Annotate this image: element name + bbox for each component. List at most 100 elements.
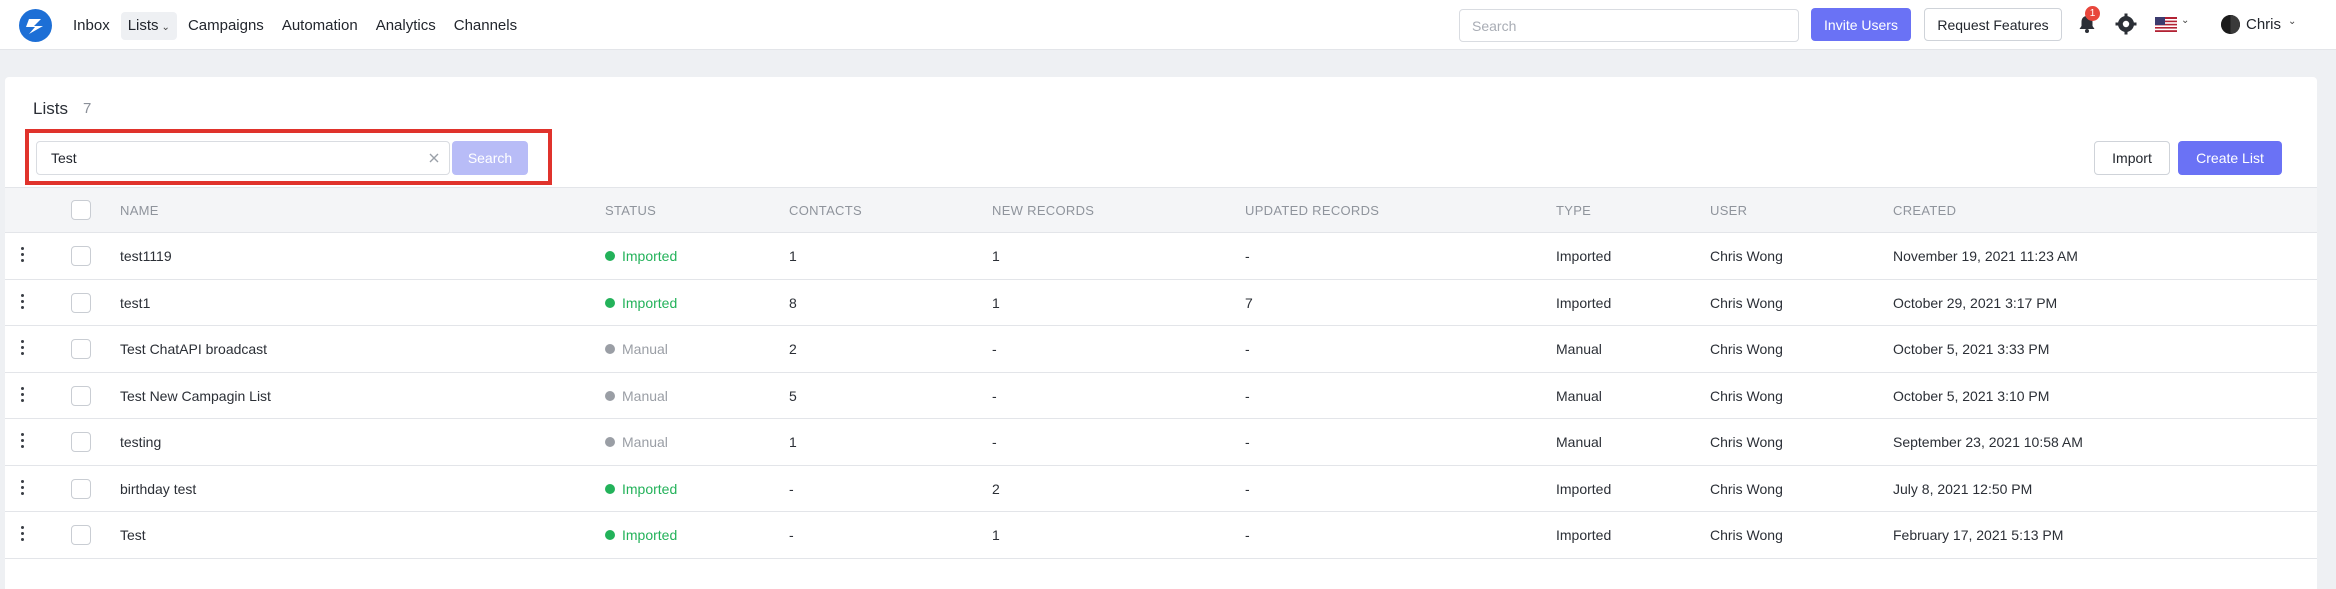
list-user: Chris Wong xyxy=(1710,248,1783,264)
table-row[interactable]: Test Imported - 1 - Imported Chris Wong Februar… xyxy=(5,512,2317,559)
nav-automation-label: Automation xyxy=(281,17,358,34)
more-options-icon[interactable] xyxy=(19,247,25,265)
new-records-count: 1 xyxy=(992,248,1000,264)
list-count: 7 xyxy=(83,100,92,117)
more-options-icon[interactable] xyxy=(19,386,25,405)
created-date: February 17, 2021 5:13 PM xyxy=(1893,527,2064,543)
contacts-count: 2 xyxy=(789,341,797,357)
column-header-contacts[interactable]: CONTACTS xyxy=(789,203,862,218)
global-search-input[interactable] xyxy=(1459,9,1799,42)
list-type: Imported xyxy=(1556,248,1612,264)
created-date: October 5, 2021 3:10 PM xyxy=(1893,387,2050,404)
user-name[interactable]: Chris xyxy=(2246,16,2281,33)
new-records-count: 1 xyxy=(992,527,1000,543)
nav-inbox[interactable]: Inbox xyxy=(66,12,117,40)
table-row[interactable]: Test ChatAPI broadcast Manual 2 - - Manual Chr… xyxy=(5,326,2317,373)
nav-channels-label: Channels xyxy=(453,17,518,34)
more-options-icon[interactable] xyxy=(19,340,25,358)
more-options-icon[interactable] xyxy=(19,293,25,312)
top-navbar: Inbox Lists ⌄ Campaigns Automation Analyt… xyxy=(0,0,2336,50)
list-name[interactable]: test1 xyxy=(120,295,150,311)
list-user: Chris Wong xyxy=(1710,480,1783,497)
contacts-count: 8 xyxy=(789,294,797,311)
list-name[interactable]: Test xyxy=(120,527,146,543)
status-dot-icon xyxy=(605,437,615,447)
status-dot-icon xyxy=(605,530,615,540)
search-button[interactable]: Search xyxy=(452,141,528,175)
contacts-count: 5 xyxy=(789,387,797,404)
row-checkbox[interactable] xyxy=(71,339,91,359)
more-options-icon[interactable] xyxy=(19,526,25,544)
nav-campaigns-label: Campaigns xyxy=(187,17,264,34)
list-search-input[interactable] xyxy=(37,142,417,174)
column-header-created[interactable]: CREATED xyxy=(1893,203,1956,218)
more-options-icon[interactable] xyxy=(19,433,25,451)
user-chevron-down-icon[interactable]: ⌄ xyxy=(2288,16,2296,27)
table-row[interactable]: test1119 Imported 1 1 - Imported Chris Wong Nov… xyxy=(5,233,2317,280)
gear-icon[interactable] xyxy=(2115,13,2137,35)
row-checkbox[interactable] xyxy=(71,478,91,499)
nav-analytics[interactable]: Analytics xyxy=(369,12,443,40)
list-name[interactable]: testing xyxy=(120,434,161,450)
clear-icon[interactable] xyxy=(426,150,442,166)
updated-records-count: - xyxy=(1245,527,1250,543)
row-checkbox[interactable] xyxy=(71,292,91,313)
new-records-count: - xyxy=(992,434,997,450)
request-features-button[interactable]: Request Features xyxy=(1924,8,2062,41)
table-row[interactable]: test1 Imported 8 1 7 Imported Chris Wong Octobe… xyxy=(5,280,2317,326)
table-row[interactable]: birthday test Imported - 2 - Imported Chris Wo… xyxy=(5,466,2317,512)
nav-lists[interactable]: Lists ⌄ xyxy=(120,12,177,40)
list-search-field[interactable] xyxy=(36,141,450,175)
list-name[interactable]: Test ChatAPI broadcast xyxy=(120,341,267,357)
list-name[interactable]: test1119 xyxy=(120,248,172,264)
contacts-count: 1 xyxy=(789,434,797,450)
list-user: Chris Wong xyxy=(1710,341,1783,357)
nav-automation[interactable]: Automation xyxy=(275,12,365,40)
created-date: July 8, 2021 12:50 PM xyxy=(1893,480,2033,497)
status-label: Imported xyxy=(622,248,678,264)
more-options-icon[interactable] xyxy=(19,479,25,498)
nav-analytics-label: Analytics xyxy=(375,17,436,34)
us-flag-icon[interactable] xyxy=(2155,17,2177,32)
status-label: Imported xyxy=(622,527,678,543)
new-records-count: - xyxy=(992,387,997,404)
nav-channels[interactable]: Channels xyxy=(447,12,524,40)
status-badge: Imported xyxy=(605,527,677,543)
row-checkbox[interactable] xyxy=(71,385,91,406)
import-button[interactable]: Import xyxy=(2094,141,2170,175)
status-dot-icon xyxy=(605,344,615,354)
status-badge: Imported xyxy=(605,295,677,311)
nav-campaigns[interactable]: Campaigns xyxy=(181,12,271,40)
table-row[interactable]: Test New Campagin List Manual 5 - - Manual Chr… xyxy=(5,373,2317,419)
language-chevron-down-icon[interactable]: ⌄ xyxy=(2181,15,2189,26)
created-date: October 29, 2021 3:17 PM xyxy=(1893,294,2058,311)
new-records-count: 2 xyxy=(992,480,1000,497)
column-header-name[interactable]: NAME xyxy=(120,203,159,218)
row-checkbox[interactable] xyxy=(71,525,91,545)
contacts-count: - xyxy=(789,480,794,497)
create-list-button[interactable]: Create List xyxy=(2178,141,2282,175)
status-label: Manual xyxy=(622,387,668,404)
table-row[interactable]: testing Manual 1 - - Manual Chris Wong Septembe… xyxy=(5,419,2317,466)
column-header-new-records[interactable]: NEW RECORDS xyxy=(992,203,1094,218)
column-header-status[interactable]: STATUS xyxy=(605,203,656,218)
table-header: NAME STATUS CONTACTS NEW RECORDS UPDATED… xyxy=(5,187,2317,233)
select-all-checkbox[interactable] xyxy=(71,200,91,220)
updated-records-count: - xyxy=(1245,480,1250,497)
column-header-updated-records[interactable]: UPDATED RECORDS xyxy=(1245,203,1379,218)
invite-users-button[interactable]: Invite Users xyxy=(1811,8,1911,41)
avatar[interactable] xyxy=(2221,15,2240,34)
row-checkbox[interactable] xyxy=(71,432,91,452)
list-name[interactable]: Test New Campagin List xyxy=(120,388,271,404)
column-header-user[interactable]: USER xyxy=(1710,203,1747,218)
status-badge: Manual xyxy=(605,434,668,450)
updated-records-count: - xyxy=(1245,387,1250,404)
column-header-type[interactable]: TYPE xyxy=(1556,203,1591,218)
row-checkbox[interactable] xyxy=(71,246,91,266)
status-label: Imported xyxy=(622,480,678,497)
page-title: Lists xyxy=(33,99,68,118)
table-body: test1119 Imported 1 1 - Imported Chris Wong Nov… xyxy=(5,233,2317,559)
list-name[interactable]: birthday test xyxy=(120,481,196,497)
contacts-count: - xyxy=(789,527,794,543)
logo-icon[interactable] xyxy=(19,9,52,42)
